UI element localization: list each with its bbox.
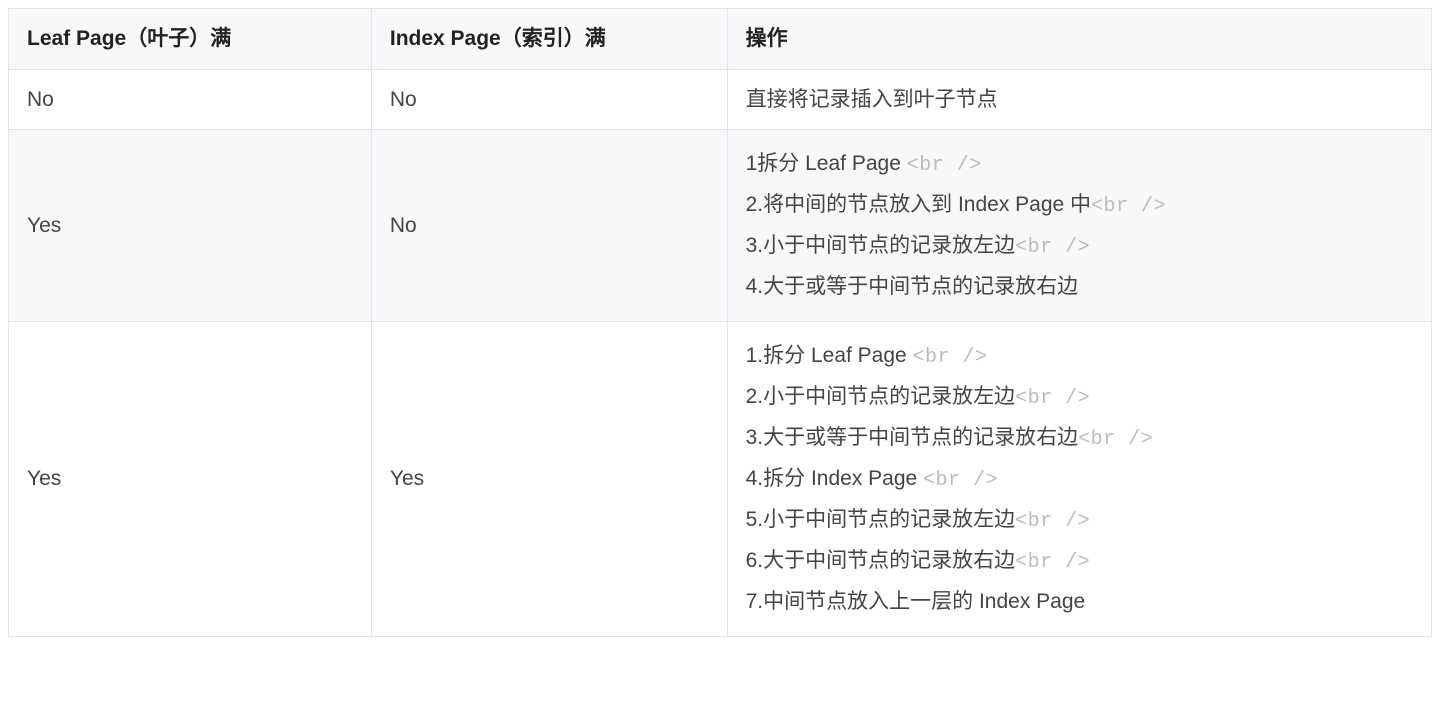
table-row: YesNo1拆分 Leaf Page <br />2.将中间的节点放入到 Ind…: [9, 130, 1432, 322]
operation-text: 7.中间节点放入上一层的 Index Page: [746, 590, 1086, 613]
cell-index: Yes: [371, 321, 727, 636]
operation-line: 1拆分 Leaf Page <br />: [746, 144, 1413, 185]
table-header-row: Leaf Page（叶子）满 Index Page（索引）满 操作: [9, 9, 1432, 70]
cell-operation: 1.拆分 Leaf Page <br />2.小于中间节点的记录放左边<br /…: [727, 321, 1431, 636]
br-tag-literal: <br />: [1015, 510, 1090, 533]
cell-leaf: No: [9, 69, 372, 130]
cell-leaf: Yes: [9, 321, 372, 636]
cell-index: No: [371, 130, 727, 322]
br-tag-literal: <br />: [913, 346, 988, 369]
operation-line: 7.中间节点放入上一层的 Index Page: [746, 582, 1413, 622]
btree-operations-table: Leaf Page（叶子）满 Index Page（索引）满 操作 NoNo直接…: [8, 8, 1432, 637]
br-tag-literal: <br />: [923, 469, 998, 492]
table-row: YesYes1.拆分 Leaf Page <br />2.小于中间节点的记录放左…: [9, 321, 1432, 636]
operation-text: 4.大于或等于中间节点的记录放右边: [746, 275, 1079, 298]
operation-line: 5.小于中间节点的记录放左边<br />: [746, 500, 1413, 541]
operation-text: 2.将中间的节点放入到 Index Page 中: [746, 193, 1091, 216]
operation-line: 3.小于中间节点的记录放左边<br />: [746, 226, 1413, 267]
operation-line: 4.大于或等于中间节点的记录放右边: [746, 267, 1413, 307]
operation-line: 1.拆分 Leaf Page <br />: [746, 336, 1413, 377]
br-tag-literal: <br />: [907, 154, 982, 177]
header-operation: 操作: [727, 9, 1431, 70]
br-tag-literal: <br />: [1078, 428, 1153, 451]
cell-leaf: Yes: [9, 130, 372, 322]
operation-text: 6.大于中间节点的记录放右边: [746, 549, 1016, 572]
cell-operation: 1拆分 Leaf Page <br />2.将中间的节点放入到 Index Pa…: [727, 130, 1431, 322]
header-leaf: Leaf Page（叶子）满: [9, 9, 372, 70]
br-tag-literal: <br />: [1015, 387, 1090, 410]
operation-text: 1拆分 Leaf Page: [746, 152, 907, 175]
operation-text: 3.大于或等于中间节点的记录放右边: [746, 426, 1079, 449]
cell-operation: 直接将记录插入到叶子节点: [727, 69, 1431, 130]
table-row: NoNo直接将记录插入到叶子节点: [9, 69, 1432, 130]
operation-line: 3.大于或等于中间节点的记录放右边<br />: [746, 418, 1413, 459]
operation-text: 3.小于中间节点的记录放左边: [746, 234, 1016, 257]
operation-line: 4.拆分 Index Page <br />: [746, 459, 1413, 500]
cell-index: No: [371, 69, 727, 130]
operation-text: 2.小于中间节点的记录放左边: [746, 385, 1016, 408]
operation-line: 6.大于中间节点的记录放右边<br />: [746, 541, 1413, 582]
br-tag-literal: <br />: [1015, 551, 1090, 574]
operation-text: 5.小于中间节点的记录放左边: [746, 508, 1016, 531]
operation-text: 4.拆分 Index Page: [746, 467, 923, 490]
table-body: NoNo直接将记录插入到叶子节点YesNo1拆分 Leaf Page <br /…: [9, 69, 1432, 636]
header-index: Index Page（索引）满: [371, 9, 727, 70]
br-tag-literal: <br />: [1015, 236, 1090, 259]
operation-line: 2.将中间的节点放入到 Index Page 中<br />: [746, 185, 1413, 226]
operation-line: 2.小于中间节点的记录放左边<br />: [746, 377, 1413, 418]
br-tag-literal: <br />: [1091, 195, 1166, 218]
operation-text: 1.拆分 Leaf Page: [746, 344, 913, 367]
